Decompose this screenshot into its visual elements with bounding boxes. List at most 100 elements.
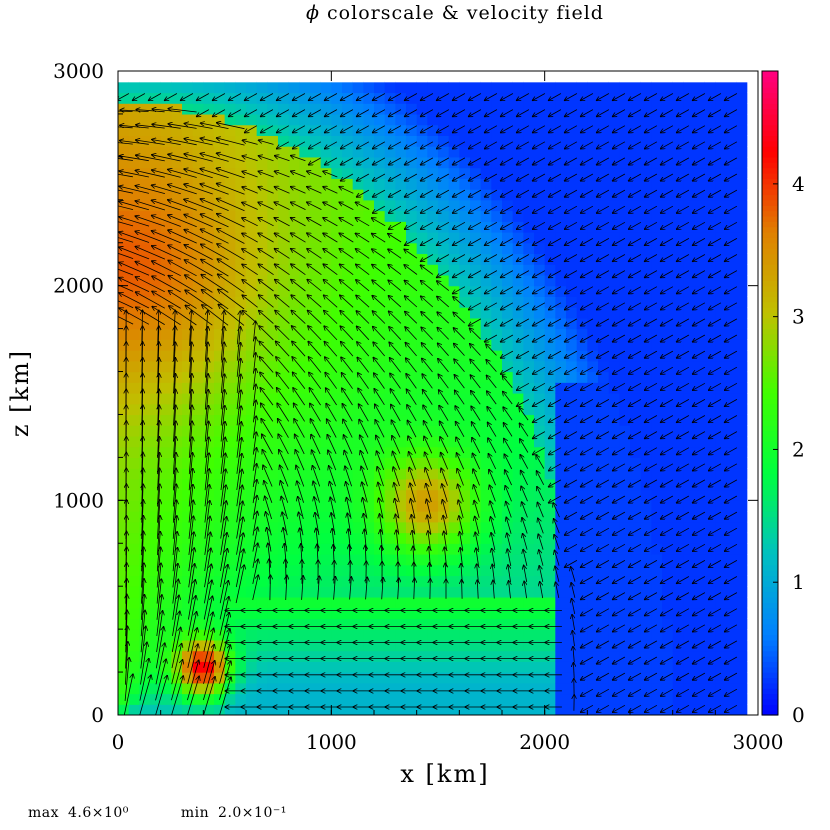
heat-cell: [587, 339, 599, 351]
heat-cell: [288, 253, 300, 265]
heat-cell: [235, 156, 247, 169]
heat-cell: [715, 371, 727, 383]
heat-cell: [128, 393, 140, 405]
heat-cell: [160, 435, 172, 448]
heat-cell: [128, 596, 140, 609]
heat-cell: [715, 586, 727, 598]
heat-cell: [726, 71, 738, 83]
heat-cell: [160, 81, 172, 94]
heat-cell: [320, 629, 332, 641]
heat-cell: [118, 478, 130, 491]
heat-cell: [704, 607, 716, 619]
heat-cell: [523, 264, 535, 276]
heat-cell: [374, 435, 386, 448]
heat-cell: [214, 178, 226, 190]
heat-cell: [224, 339, 236, 351]
heat-cell: [427, 672, 439, 684]
heat-cell: [288, 81, 300, 94]
heat-cell: [587, 264, 599, 276]
heat-cell: [726, 371, 738, 383]
heat-cell: [587, 124, 599, 136]
heat-cell: [672, 586, 684, 598]
heat-cell: [619, 328, 631, 340]
heat-cell: [523, 189, 535, 201]
heat-cell: [566, 210, 578, 222]
heat-cell: [555, 661, 567, 673]
heat-cell: [310, 629, 322, 641]
heat-cell: [683, 468, 695, 480]
heat-cell: [704, 285, 716, 297]
heat-cell: [224, 425, 236, 437]
heat-cell: [267, 393, 279, 405]
heat-cell: [587, 242, 599, 255]
heat-cell: [416, 575, 428, 587]
heat-cell: [576, 350, 588, 362]
heat-cell: [288, 71, 300, 83]
heat-cell: [374, 682, 386, 695]
heat-cell: [694, 339, 706, 351]
heat-cell: [192, 371, 204, 383]
heat-cell: [630, 532, 642, 544]
heat-cell: [566, 274, 578, 287]
heat-cell: [384, 382, 396, 394]
heat-cell: [320, 521, 332, 534]
heat-cell: [683, 285, 695, 297]
heat-cell: [278, 554, 290, 566]
heat-cell: [427, 189, 439, 201]
heatmap-field: [118, 71, 758, 715]
heat-cell: [715, 103, 727, 115]
heat-cell: [139, 586, 151, 598]
heat-cell: [352, 103, 364, 115]
heat-cell: [491, 543, 503, 555]
heat-cell: [438, 393, 450, 405]
heat-cell: [640, 103, 652, 115]
heat-cell: [235, 661, 247, 673]
heat-cell: [310, 232, 322, 244]
heat-cell: [715, 113, 727, 126]
heat-cell: [587, 382, 599, 394]
heat-cell: [704, 521, 716, 534]
heat-cell: [726, 146, 738, 158]
heat-cell: [640, 156, 652, 169]
heat-cell: [640, 618, 652, 630]
heat-cell: [704, 253, 716, 265]
heat-cell: [256, 489, 268, 501]
heat-cell: [448, 468, 460, 480]
heat-cell: [651, 307, 663, 319]
heat-cell: [534, 489, 546, 501]
heat-cell: [555, 274, 567, 287]
heat-cell: [512, 435, 524, 448]
heat-cell: [448, 199, 460, 212]
heat-cell: [406, 274, 418, 287]
heat-cell: [480, 81, 492, 94]
heat-cell: [544, 586, 556, 598]
heat-cell: [544, 661, 556, 673]
heat-cell: [128, 403, 140, 416]
heat-cell: [352, 489, 364, 501]
heat-cell: [502, 425, 514, 437]
heat-cell: [128, 672, 140, 684]
heat-cell: [267, 425, 279, 437]
heat-cell: [235, 210, 247, 222]
heat-cell: [406, 543, 418, 555]
heat-cell: [448, 232, 460, 244]
heat-cell: [726, 468, 738, 480]
heat-cell: [416, 71, 428, 83]
heat-cell: [256, 199, 268, 212]
heat-cell: [630, 500, 642, 512]
heat-cell: [139, 554, 151, 566]
heat-cell: [715, 543, 727, 555]
heat-cell: [310, 607, 322, 619]
heat-cell: [139, 575, 151, 587]
heat-cell: [192, 403, 204, 416]
heat-cell: [256, 639, 268, 652]
heat-cell: [523, 371, 535, 383]
heat-cell: [278, 457, 290, 469]
heat-cell: [651, 360, 663, 373]
heat-cell: [672, 639, 684, 652]
heat-cell: [310, 350, 322, 362]
heat-cell: [704, 103, 716, 115]
heat-cell: [523, 71, 535, 83]
heat-cell: [651, 532, 663, 544]
heat-cell: [736, 285, 748, 297]
